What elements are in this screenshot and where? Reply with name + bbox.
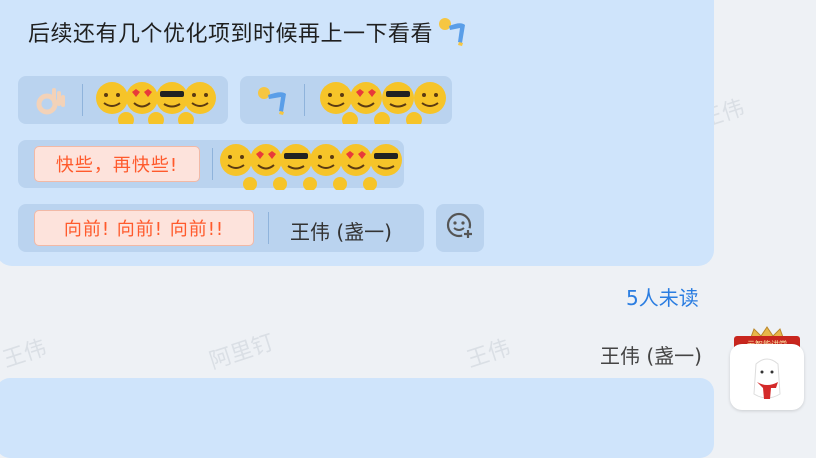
- quick-reply-label[interactable]: 向前! 向前! 向前!!: [34, 210, 254, 246]
- watermark: 阿里钉: [206, 330, 278, 375]
- add-reaction-button[interactable]: [436, 204, 484, 252]
- smiley-group-icon: [316, 76, 452, 128]
- chip-divider: [268, 212, 269, 244]
- swinging-arm-icon: [256, 84, 292, 122]
- quick-reply-label[interactable]: 快些，再快些!: [34, 146, 200, 182]
- add-emoji-icon: [445, 211, 475, 245]
- message-text-content: 后续还有几个优化项到时候再上一下看看: [28, 22, 434, 47]
- avatar[interactable]: 云智能讲堂: [730, 326, 804, 410]
- chip-divider: [82, 84, 83, 116]
- watermark: 王伟: [463, 335, 514, 374]
- message-text: 后续还有几个优化项到时候再上一下看看: [28, 16, 471, 53]
- avatar-image: [730, 344, 804, 410]
- chip-divider: [212, 148, 213, 180]
- sender-name: 王伟 (盏一): [600, 344, 702, 368]
- reactor-name: 王伟 (盏一): [290, 220, 392, 244]
- swinging-arm-icon: [437, 17, 471, 53]
- message-bubble[interactable]: [0, 378, 714, 458]
- smiley-group-icon: [218, 138, 404, 194]
- smiley-group-icon: [92, 76, 220, 128]
- chip-divider: [304, 84, 305, 116]
- ok-hand-icon: [34, 84, 68, 122]
- unread-count[interactable]: 5人未读: [626, 282, 699, 311]
- watermark: 王伟: [0, 335, 50, 374]
